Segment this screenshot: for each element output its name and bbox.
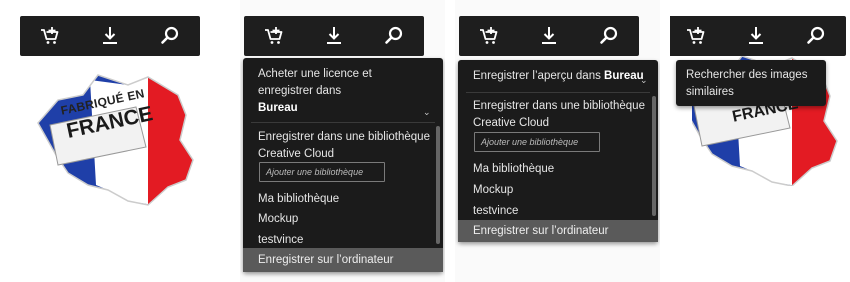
save-to-computer-item[interactable]: Enregistrer sur l’ordinateur bbox=[458, 220, 658, 242]
add-to-cart-icon[interactable] bbox=[261, 23, 287, 49]
add-library-input[interactable]: Ajouter une bibliothèque bbox=[474, 132, 600, 152]
search-icon[interactable] bbox=[596, 23, 622, 49]
save-preview-menu: Enregistrer l’aperçu dans Bureau ⌄ Enreg… bbox=[458, 60, 658, 242]
panel-2: Acheter une licence et enregistrer dans … bbox=[240, 0, 445, 282]
panel-4: FRANCE Rechercher des images similaires bbox=[670, 0, 850, 282]
search-icon[interactable] bbox=[803, 23, 829, 49]
panel-3: Enregistrer l’aperçu dans Bureau ⌄ Enreg… bbox=[455, 0, 660, 282]
toolbar bbox=[20, 16, 200, 56]
add-library-input[interactable]: Ajouter une bibliothèque bbox=[259, 162, 385, 182]
download-icon[interactable] bbox=[97, 23, 123, 49]
library-item[interactable]: Ma bibliothèque bbox=[473, 160, 648, 178]
search-icon[interactable] bbox=[157, 23, 183, 49]
preview-destination: Bureau bbox=[604, 70, 644, 82]
license-header-line1: Acheter une licence et bbox=[258, 68, 372, 80]
tooltip-line1: Rechercher des images bbox=[686, 69, 808, 81]
divider bbox=[466, 92, 650, 93]
panel-1: FABRIQUÉ EN FRANCE bbox=[0, 0, 225, 282]
download-icon[interactable] bbox=[743, 23, 769, 49]
cc-library-label-line2: Creative Cloud bbox=[473, 117, 550, 129]
similar-images-tooltip[interactable]: Rechercher des images similaires bbox=[676, 60, 826, 106]
library-item[interactable]: testvince bbox=[473, 202, 648, 220]
library-item[interactable]: testvince bbox=[258, 231, 433, 249]
add-to-cart-icon[interactable] bbox=[683, 23, 709, 49]
add-to-cart-icon[interactable] bbox=[37, 23, 63, 49]
library-item[interactable]: Mockup bbox=[473, 181, 648, 199]
toolbar bbox=[244, 16, 424, 56]
add-to-cart-icon[interactable] bbox=[476, 23, 502, 49]
tooltip-line2: similaires bbox=[686, 86, 734, 98]
download-icon[interactable] bbox=[536, 23, 562, 49]
save-to-computer-item[interactable]: Enregistrer sur l’ordinateur bbox=[243, 248, 443, 272]
cc-library-label-line2: Creative Cloud bbox=[258, 148, 335, 160]
france-badge-image: FABRIQUÉ EN FRANCE bbox=[28, 55, 208, 220]
chevron-down-icon[interactable]: ⌄ bbox=[423, 103, 431, 121]
scrollbar[interactable] bbox=[652, 96, 656, 216]
library-item[interactable]: Ma bibliothèque bbox=[258, 190, 433, 208]
divider bbox=[251, 122, 435, 123]
cc-library-label-line1: Enregistrer dans une bibliothèque bbox=[258, 131, 430, 143]
preview-header-label: Enregistrer l’aperçu dans bbox=[473, 70, 601, 82]
download-icon[interactable] bbox=[321, 23, 347, 49]
chevron-down-icon[interactable]: ⌄ bbox=[640, 71, 648, 89]
toolbar bbox=[670, 16, 846, 56]
toolbar bbox=[459, 16, 639, 56]
library-item[interactable]: Mockup bbox=[258, 210, 433, 228]
cc-library-label-line1: Enregistrer dans une bibliothèque bbox=[473, 100, 645, 112]
preview-header[interactable]: Enregistrer l’aperçu dans Bureau bbox=[473, 67, 648, 85]
search-icon[interactable] bbox=[381, 23, 407, 49]
license-menu: Acheter une licence et enregistrer dans … bbox=[243, 58, 443, 272]
scrollbar[interactable] bbox=[436, 126, 440, 244]
license-destination[interactable]: Bureau bbox=[258, 99, 433, 117]
license-header-line2: enregistrer dans bbox=[258, 85, 342, 97]
